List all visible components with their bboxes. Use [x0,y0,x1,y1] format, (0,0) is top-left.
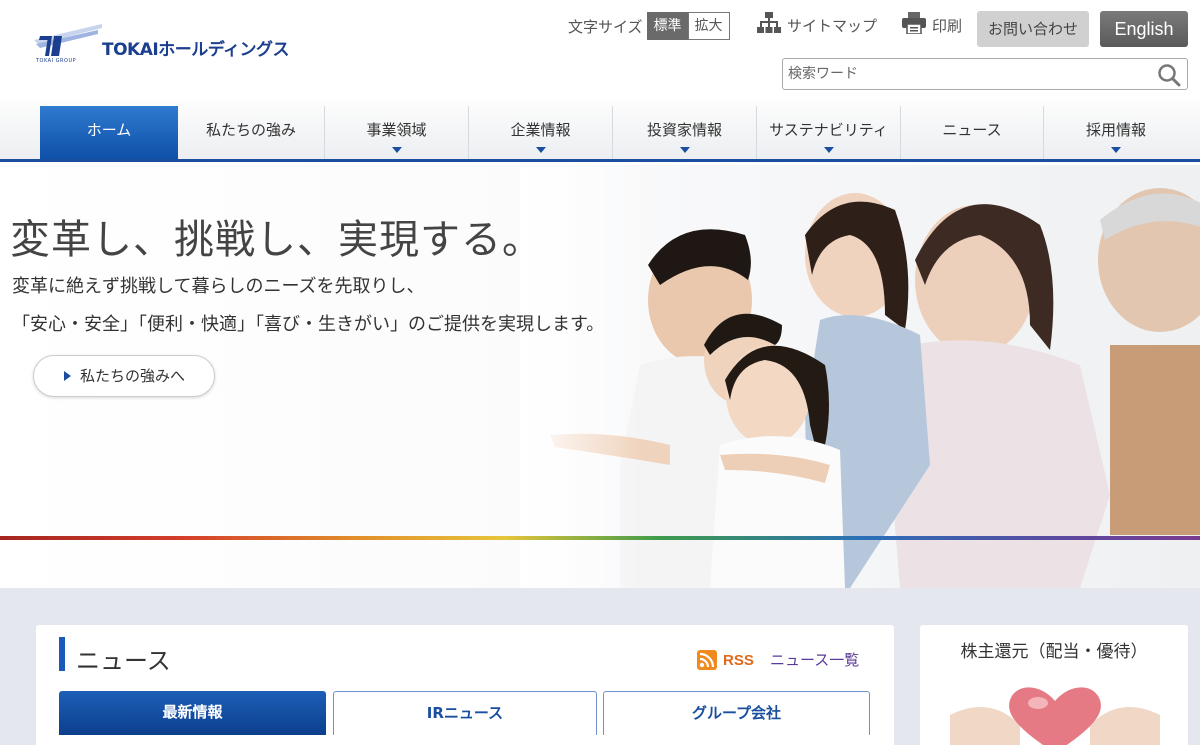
hero-banner: 変革し、挑戦し、実現する。 変革に絶えず挑戦して暮らしのニーズを先取りし、 「安… [0,165,1200,588]
font-size-label: 文字サイズ [568,17,643,36]
news-panel: ニュース RSS ニュース一覧 最新情報 IRニュース グループ会社 [36,625,894,745]
font-size-switcher: 文字サイズ 標準 拡大 [568,12,730,40]
logo-mark-icon: TOKAI GROUP [32,22,104,66]
family-photo [520,165,1200,588]
nav-item-business[interactable]: 事業領域 [325,106,469,159]
hero-title: 変革し、挑戦し、実現する。 [10,217,543,263]
sitemap-link[interactable]: サイトマップ [757,12,877,38]
tab-ir-news[interactable]: IRニュース [333,691,597,735]
nav-item-company[interactable]: 企業情報 [469,106,613,159]
chevron-down-icon [535,147,546,153]
nav-item-strengths[interactable]: 私たちの強み [178,106,325,159]
sitemap-icon [757,12,781,38]
font-size-large-button[interactable]: 拡大 [687,12,730,40]
contact-button[interactable]: お問い合わせ [977,11,1089,47]
tab-group-companies[interactable]: グループ会社 [603,691,870,735]
printer-icon [902,12,926,38]
nav-item-label: サステナビリティ [769,121,888,139]
rss-link[interactable]: RSS [697,650,754,670]
nav-item-label: 事業領域 [366,121,427,139]
sitemap-label: サイトマップ [787,16,878,35]
strengths-button[interactable]: 私たちの強みへ [33,355,215,397]
logo-text: TOKAIホールディングス [102,40,290,60]
chevron-down-icon [391,147,402,153]
rainbow-divider [0,536,1200,540]
nav-item-investors[interactable]: 投資家情報 [613,106,757,159]
font-size-standard-button[interactable]: 標準 [646,12,689,40]
strengths-button-label: 私たちの強みへ [80,367,186,385]
section-accent-bar [59,637,65,671]
rss-icon [697,650,717,670]
rss-label: RSS [723,651,754,669]
search-icon[interactable] [1157,63,1181,91]
nav-item-label: 採用情報 [1085,121,1146,139]
print-link[interactable]: 印刷 [902,12,962,38]
chevron-down-icon [823,147,834,153]
hero-description-line-2: 「安心・安全」「便利・快適」「喜び・生きがい」のご提供を実現します。 [12,314,605,335]
tab-latest[interactable]: 最新情報 [59,691,326,735]
heart-hands-image [950,687,1160,745]
nav-item-label: 企業情報 [510,121,571,139]
nav-item-sustainability[interactable]: サステナビリティ [757,106,901,159]
site-header: TOKAI GROUP TOKAIホールディングス 文字サイズ 標準 拡大 サイ… [0,0,1200,100]
news-heading: ニュース [76,647,171,675]
arrow-right-icon [64,371,71,381]
hero-description-line-1: 変革に絶えず挑戦して暮らしのニーズを先取りし、 [12,276,425,297]
nav-item-label: 投資家情報 [646,121,722,139]
search-input[interactable] [783,59,1143,89]
nav-item-recruit[interactable]: 採用情報 [1044,106,1188,159]
nav-item-home[interactable]: ホーム [40,106,178,159]
site-logo[interactable]: TOKAI GROUP TOKAIホールディングス [32,22,290,66]
shareholder-returns-card[interactable]: 株主還元（配当・優待） [920,625,1188,745]
shareholder-returns-title: 株主還元（配当・優待） [960,642,1148,662]
main-nav: ホーム 私たちの強み 事業領域 企業情報 投資家情報 サステナビリティ ニュース… [0,100,1200,162]
chevron-down-icon [679,147,690,153]
logo-sub-text: TOKAI GROUP [36,58,77,64]
nav-item-news[interactable]: ニュース [901,106,1044,159]
nav-item-label: 私たちの強み [205,121,296,139]
english-button[interactable]: English [1100,11,1188,47]
search-box [782,58,1188,90]
nav-item-label: ニュース [942,121,1002,139]
nav-item-label: ホーム [86,121,132,139]
news-list-link[interactable]: ニュース一覧 [770,649,859,670]
chevron-down-icon [1111,147,1121,153]
print-label: 印刷 [932,16,963,35]
content-area: ニュース RSS ニュース一覧 最新情報 IRニュース グループ会社 株主還元（… [0,588,1200,745]
